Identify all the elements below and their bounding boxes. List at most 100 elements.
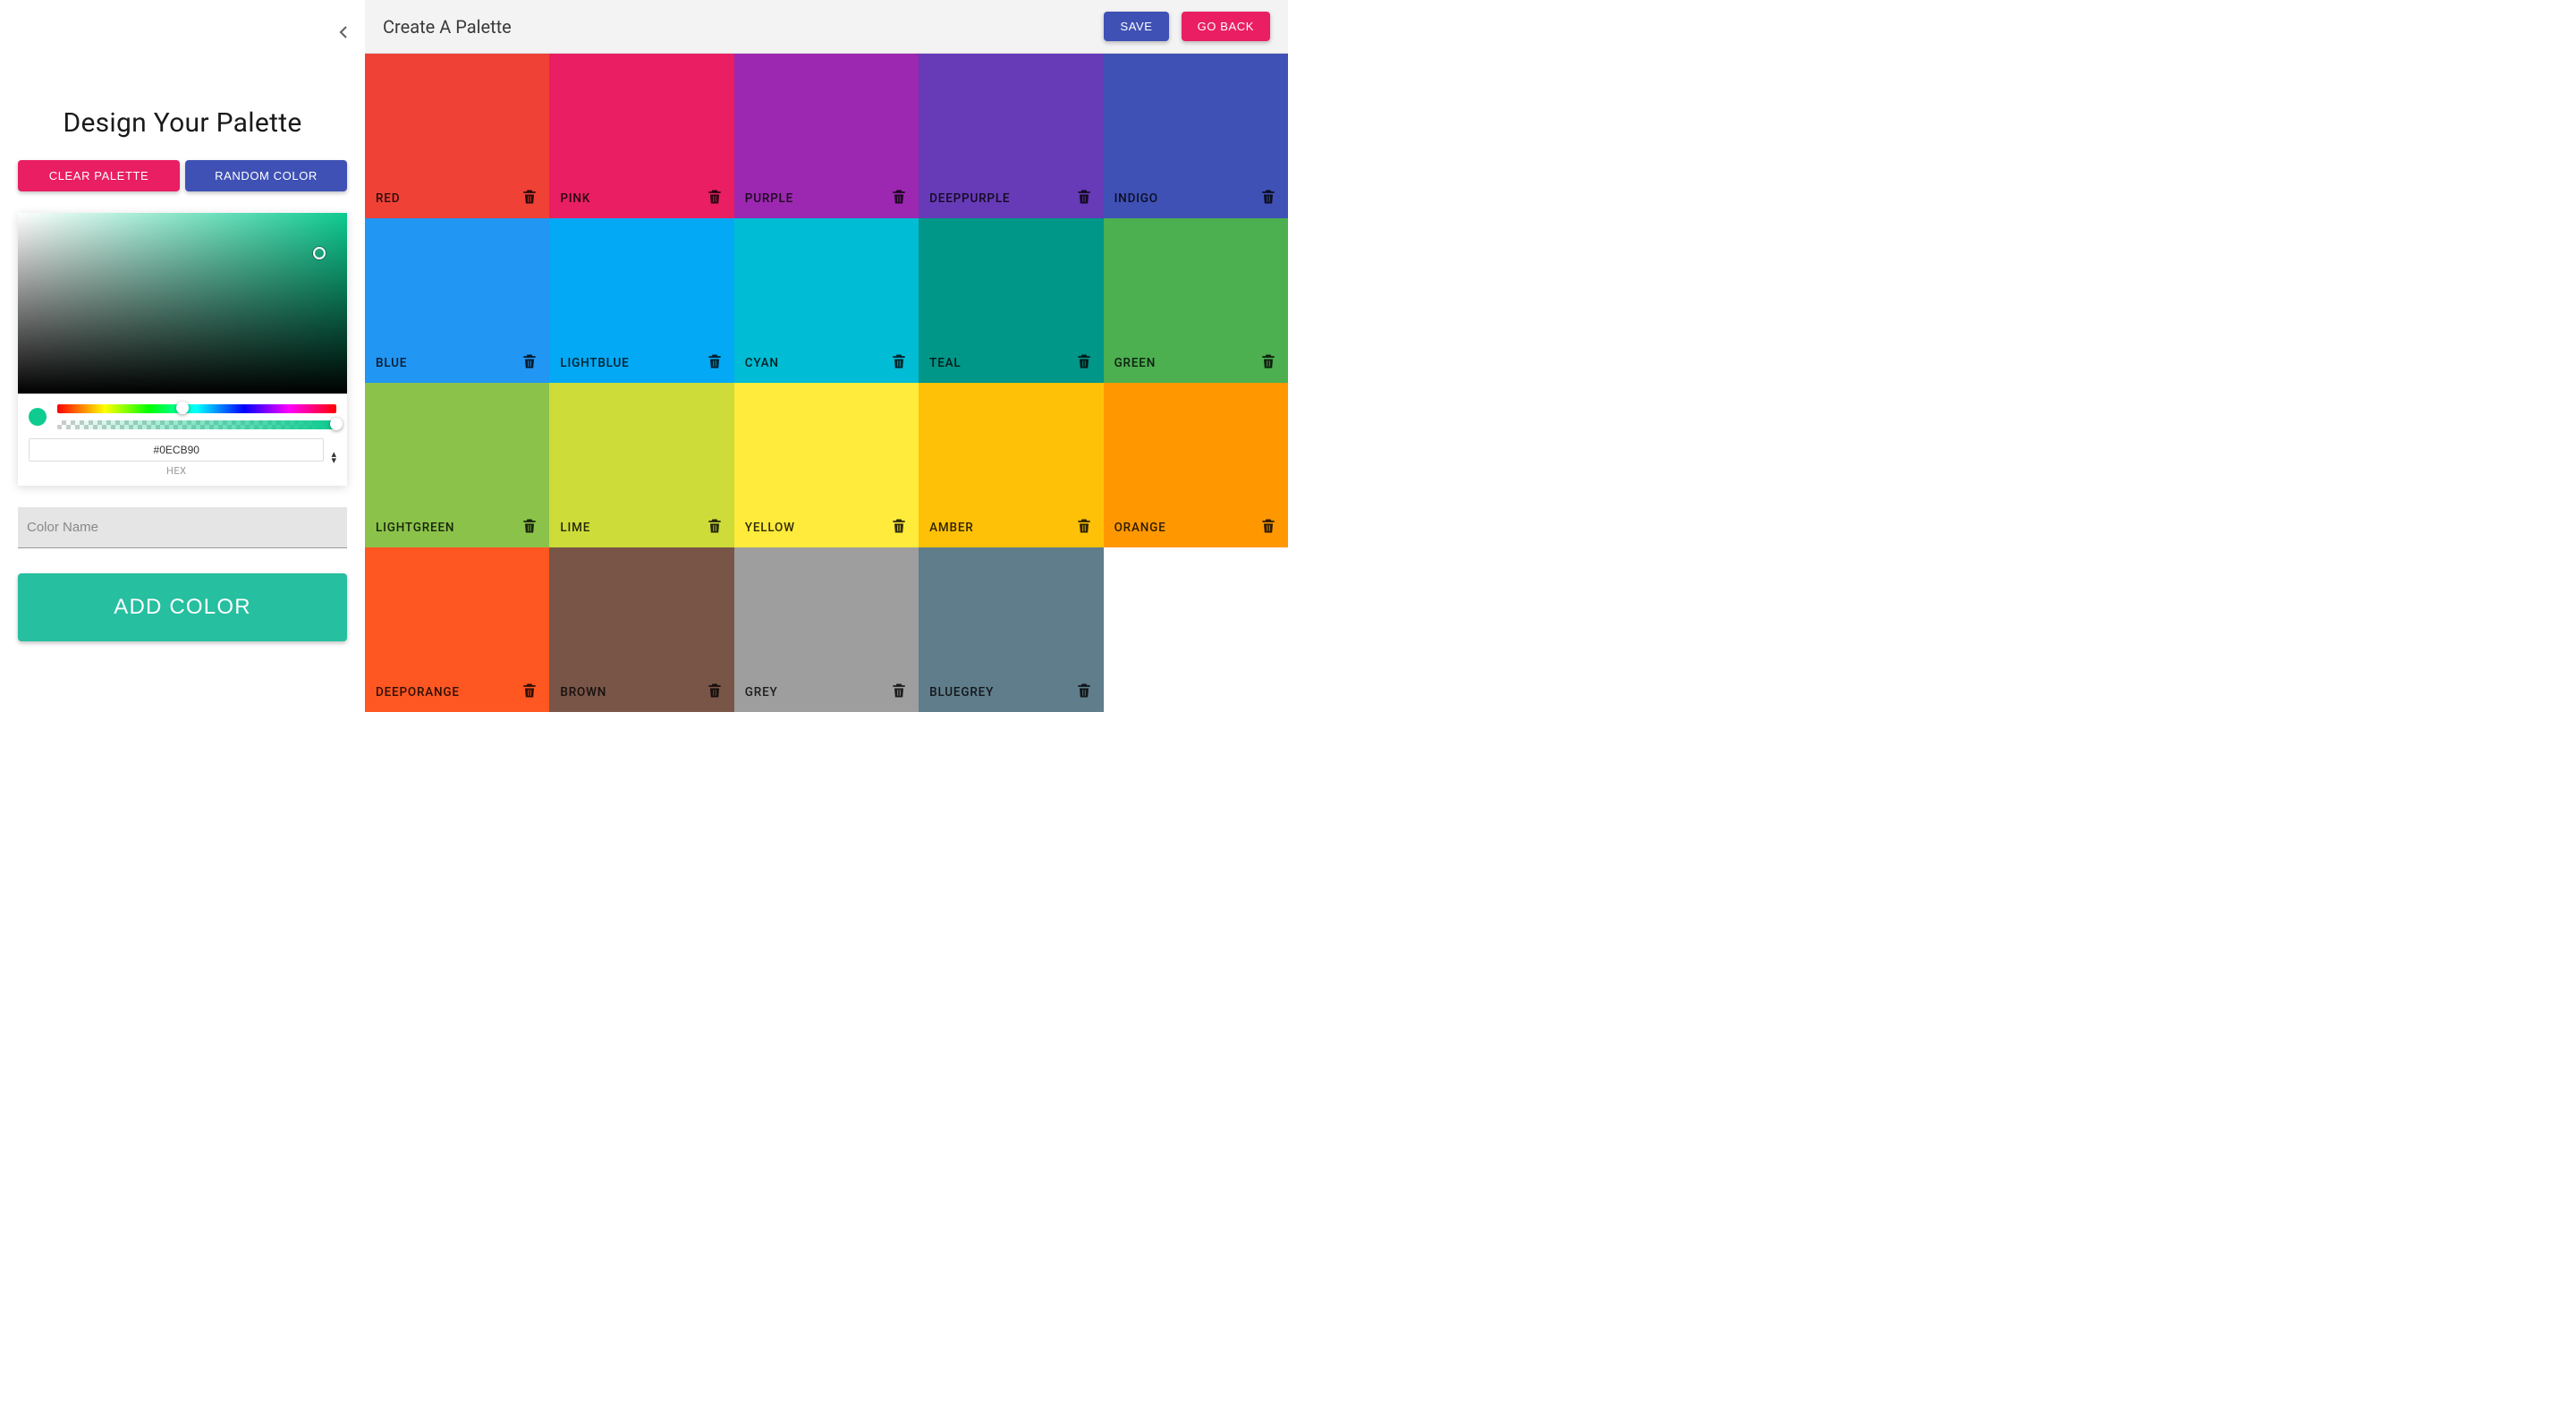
delete-swatch-button[interactable]: [706, 188, 724, 206]
swatch: BROWN: [549, 547, 733, 712]
swatch-grid: RED PINK PURPLE DEEPPURPLE INDIGO BLUE LIGHTBL…: [365, 54, 1288, 712]
saturation-cursor[interactable]: [313, 247, 326, 259]
topbar: Create A Palette SAVE GO BACK: [365, 0, 1288, 54]
swatch: INDIGO: [1104, 54, 1288, 218]
trash-icon: [521, 188, 538, 206]
swatch: LIGHTGREEN: [365, 383, 549, 547]
delete-swatch-button[interactable]: [890, 517, 908, 535]
delete-swatch-button[interactable]: [706, 517, 724, 535]
delete-swatch-button[interactable]: [890, 682, 908, 699]
delete-swatch-button[interactable]: [1259, 517, 1277, 535]
swatch: LIGHTBLUE: [549, 218, 733, 383]
delete-swatch-button[interactable]: [890, 352, 908, 370]
trash-icon: [1075, 682, 1093, 699]
current-color-swatch: [29, 408, 47, 426]
saturation-area[interactable]: [18, 213, 347, 394]
swatch: PINK: [549, 54, 733, 218]
swatch: YELLOW: [734, 383, 919, 547]
alpha-slider[interactable]: [57, 420, 336, 429]
swatch: BLUE: [365, 218, 549, 383]
delete-swatch-button[interactable]: [1259, 352, 1277, 370]
alpha-thumb[interactable]: [330, 418, 343, 430]
trash-icon: [1075, 517, 1093, 535]
sidebar: Design Your Palette CLEAR PALETTE RANDOM…: [0, 0, 365, 712]
trash-icon: [1259, 517, 1277, 535]
swatch-label: YELLOW: [745, 521, 890, 535]
delete-swatch-button[interactable]: [706, 352, 724, 370]
trash-icon: [706, 188, 724, 206]
add-color-button[interactable]: ADD COLOR: [18, 573, 347, 641]
go-back-button[interactable]: GO BACK: [1182, 12, 1270, 41]
swatch-label: BROWN: [560, 685, 705, 699]
swatch: DEEPPURPLE: [919, 54, 1103, 218]
swatch-label: BLUE: [376, 356, 521, 370]
trash-icon: [1259, 188, 1277, 206]
color-mode-toggle[interactable]: ▴ ▾: [331, 452, 336, 462]
trash-icon: [890, 352, 908, 370]
swatch: PURPLE: [734, 54, 919, 218]
delete-swatch-button[interactable]: [521, 682, 538, 699]
hue-slider[interactable]: [57, 404, 336, 413]
delete-swatch-button[interactable]: [706, 682, 724, 699]
picker-sliders: [18, 394, 347, 435]
trash-icon: [890, 188, 908, 206]
swatch-label: GREY: [745, 685, 890, 699]
trash-icon: [706, 352, 724, 370]
swatch: ORANGE: [1104, 383, 1288, 547]
hex-input[interactable]: [29, 438, 324, 462]
random-color-button[interactable]: RANDOM COLOR: [185, 160, 347, 191]
swatch-label: LIME: [560, 521, 705, 535]
swatch-label: CYAN: [745, 356, 890, 370]
trash-icon: [706, 517, 724, 535]
main: Create A Palette SAVE GO BACK RED PINK PUR…: [365, 0, 1288, 712]
trash-icon: [521, 517, 538, 535]
swatch-label: INDIGO: [1114, 191, 1259, 206]
trash-icon: [521, 352, 538, 370]
delete-swatch-button[interactable]: [1075, 517, 1093, 535]
swatch: GREEN: [1104, 218, 1288, 383]
swatch: CYAN: [734, 218, 919, 383]
delete-swatch-button[interactable]: [890, 188, 908, 206]
sidebar-title: Design Your Palette: [18, 107, 347, 139]
clear-palette-button[interactable]: CLEAR PALETTE: [18, 160, 180, 191]
swatch-label: LIGHTBLUE: [560, 356, 705, 370]
swatch-label: BLUEGREY: [929, 685, 1074, 699]
swatch-label: RED: [376, 191, 521, 206]
swatch-label: GREEN: [1114, 356, 1259, 370]
swatch: LIME: [549, 383, 733, 547]
trash-icon: [890, 682, 908, 699]
swatch: DEEPORANGE: [365, 547, 549, 712]
trash-icon: [1075, 188, 1093, 206]
delete-swatch-button[interactable]: [1075, 682, 1093, 699]
swatch-label: PINK: [560, 191, 705, 206]
trash-icon: [1259, 352, 1277, 370]
page-title: Create A Palette: [383, 16, 1091, 38]
delete-swatch-button[interactable]: [521, 517, 538, 535]
swatch-label: TEAL: [929, 356, 1074, 370]
hue-thumb[interactable]: [176, 402, 189, 414]
swatch-label: LIGHTGREEN: [376, 521, 521, 535]
sidebar-button-row: CLEAR PALETTE RANDOM COLOR: [18, 160, 347, 191]
delete-swatch-button[interactable]: [521, 352, 538, 370]
swatch-label: DEEPPURPLE: [929, 191, 1074, 206]
chevron-left-icon: [339, 25, 348, 39]
trash-icon: [706, 682, 724, 699]
save-button[interactable]: SAVE: [1104, 12, 1168, 41]
hex-label: HEX: [29, 465, 324, 477]
swatch-label: ORANGE: [1114, 521, 1259, 535]
color-name-input[interactable]: [18, 507, 347, 548]
swatch: RED: [365, 54, 549, 218]
collapse-sidebar-button[interactable]: [333, 21, 354, 43]
swatch-label: PURPLE: [745, 191, 890, 206]
delete-swatch-button[interactable]: [1259, 188, 1277, 206]
trash-icon: [521, 682, 538, 699]
color-picker: HEX ▴ ▾: [18, 213, 347, 486]
trash-icon: [890, 517, 908, 535]
delete-swatch-button[interactable]: [521, 188, 538, 206]
swatch-label: AMBER: [929, 521, 1074, 535]
delete-swatch-button[interactable]: [1075, 188, 1093, 206]
delete-swatch-button[interactable]: [1075, 352, 1093, 370]
chevron-down-icon: ▾: [331, 458, 336, 463]
trash-icon: [1075, 352, 1093, 370]
swatch-label: DEEPORANGE: [376, 685, 521, 699]
